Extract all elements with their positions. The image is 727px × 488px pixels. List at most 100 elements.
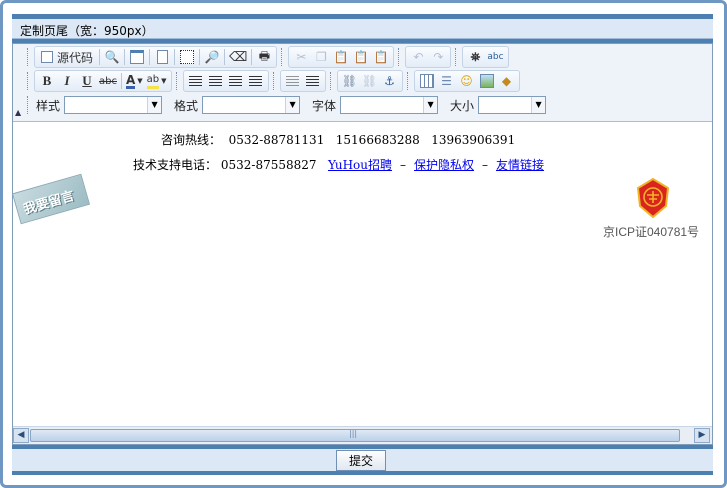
- icp-seal-icon: [636, 178, 670, 218]
- source-code-label: 源代码: [57, 50, 94, 65]
- privacy-link[interactable]: 保护隐私权: [414, 158, 474, 172]
- paste-button[interactable]: 📋: [331, 47, 351, 67]
- find-page-button[interactable]: 🔎: [202, 47, 222, 67]
- paste-word-icon: 📋: [373, 50, 389, 64]
- support-line: 技术支持电话： 0532-87558827 YuHou招聘 – 保护隐私权 – 友情链接: [133, 156, 544, 173]
- link-separator: –: [400, 158, 406, 172]
- font-select[interactable]: ▼: [340, 96, 439, 114]
- align-left-icon: [189, 75, 203, 87]
- unlink-icon: ⛓: [361, 74, 378, 88]
- outdent-icon: [286, 75, 300, 87]
- eraser-icon: ⌫: [229, 49, 248, 65]
- footer-editor-panel: 定制页尾（宽：950px） 源代码 🔍 🔎 ⌫ 🖶 ✂ ❐ 📋 📋 📋 ↶ ↷ …: [8, 10, 717, 476]
- scroll-left-button[interactable]: ◀: [13, 428, 29, 443]
- templates-button[interactable]: [152, 47, 172, 67]
- find-button[interactable]: ⛯: [465, 47, 485, 67]
- text-color-icon: A: [125, 72, 136, 89]
- document-icon: [156, 50, 168, 64]
- redo-button[interactable]: ↷: [428, 47, 448, 67]
- outdent-button[interactable]: [283, 71, 303, 91]
- align-center-button[interactable]: [206, 71, 226, 91]
- paste-word-button[interactable]: 📋: [371, 47, 391, 67]
- cut-button[interactable]: ✂: [291, 47, 311, 67]
- table-button[interactable]: [417, 71, 437, 91]
- print-button[interactable]: 🖶: [254, 47, 274, 67]
- copy-button[interactable]: ❐: [311, 47, 331, 67]
- select-all-icon: [180, 50, 195, 64]
- leave-message-badge[interactable]: 我要留言: [11, 173, 91, 225]
- panel-title: 定制页尾（宽：950px）: [20, 24, 154, 38]
- anchor-button[interactable]: ⚓: [380, 71, 400, 91]
- submit-row: 提交: [12, 449, 713, 471]
- printer-icon: 🖶: [258, 48, 271, 63]
- format-select[interactable]: ▼: [202, 96, 301, 114]
- chevron-down-icon: ▼: [531, 97, 546, 113]
- horizontal-rule-icon: ☰: [441, 74, 452, 88]
- flash-icon: ◆: [501, 74, 512, 88]
- justify-icon: [249, 75, 263, 87]
- friend-links-link[interactable]: 友情链接: [496, 158, 544, 172]
- style-label: 样式: [36, 98, 61, 113]
- size-select[interactable]: ▼: [478, 96, 547, 114]
- link-icon: ⛓: [341, 74, 358, 88]
- horizontal-rule-button[interactable]: ☰: [437, 71, 457, 91]
- horizontal-scrollbar[interactable]: ◀ ||| ▶: [13, 426, 712, 444]
- hotline-line: 咨询热线： 0532-88781131 15166683288 13963906…: [161, 131, 515, 148]
- align-left-button[interactable]: [186, 71, 206, 91]
- paste-text-icon: 📋: [353, 50, 369, 64]
- hotline-number-2: 15166683288: [335, 133, 420, 147]
- redo-icon: ↷: [433, 50, 444, 64]
- binoculars-icon: ⛯: [470, 49, 481, 64]
- collapse-toolbar-icon[interactable]: ▲: [15, 108, 21, 117]
- magnifier-page-icon: 🔍: [104, 50, 120, 64]
- print-preview-icon: 🔎: [204, 50, 220, 64]
- paste-text-button[interactable]: 📋: [351, 47, 371, 67]
- recruit-link[interactable]: YuHou招聘: [328, 158, 392, 172]
- copy-icon: ❐: [316, 50, 327, 64]
- unlink-button[interactable]: ⛓: [360, 71, 380, 91]
- source-code-button[interactable]: 源代码: [37, 47, 97, 67]
- leave-message-label: 我要留言: [22, 188, 77, 218]
- strikethrough-button[interactable]: abc: [97, 71, 119, 91]
- spellcheck-button[interactable]: abc: [485, 47, 505, 67]
- style-select[interactable]: ▼: [64, 96, 163, 114]
- hotline-number-3: 13963906391: [431, 133, 516, 147]
- remove-format-button[interactable]: ⌫: [227, 47, 249, 67]
- support-number: 0532-87558827: [220, 158, 317, 172]
- table-icon: [419, 74, 434, 88]
- italic-button[interactable]: I: [57, 71, 77, 91]
- scroll-right-button[interactable]: ▶: [694, 428, 710, 443]
- link-button[interactable]: ⛓: [340, 71, 360, 91]
- undo-button[interactable]: ↶: [408, 47, 428, 67]
- scissors-icon: ✂: [296, 50, 307, 64]
- spellcheck-icon: abc: [487, 52, 504, 62]
- editor-content-area[interactable]: 咨询热线： 0532-88781131 15166683288 13963906…: [11, 123, 712, 426]
- font-label: 字体: [312, 98, 337, 113]
- panel-title-row: 定制页尾（宽：950px）: [12, 19, 713, 39]
- bold-button[interactable]: B: [37, 71, 57, 91]
- size-label: 大小: [450, 98, 475, 113]
- justify-button[interactable]: [246, 71, 266, 91]
- underline-button[interactable]: U: [77, 71, 97, 91]
- grip-icon: |||: [349, 429, 358, 438]
- scroll-thumb[interactable]: |||: [30, 429, 680, 442]
- fullscreen-button[interactable]: [127, 47, 147, 67]
- smiley-button[interactable]: ☺: [457, 71, 477, 91]
- image-button[interactable]: [477, 71, 497, 91]
- toolbar-row-2: B I U abc A ▼ ab ▼ ⛓ ⛓ ⚓ ☰ ☺ ◆: [27, 69, 524, 93]
- undo-icon: ↶: [413, 50, 424, 64]
- indent-button[interactable]: [303, 71, 323, 91]
- align-center-icon: [209, 75, 223, 87]
- preview-button[interactable]: 🔍: [102, 47, 122, 67]
- text-color-button[interactable]: A ▼: [124, 71, 145, 91]
- toolbar-row-1: 源代码 🔍 🔎 ⌫ 🖶 ✂ ❐ 📋 📋 📋 ↶ ↷ ⛯ abc: [27, 45, 513, 69]
- chevron-down-icon: ▼: [161, 77, 167, 85]
- support-label: 技术支持电话：: [133, 158, 218, 172]
- submit-button[interactable]: 提交: [336, 450, 386, 471]
- flash-button[interactable]: ◆: [497, 71, 517, 91]
- align-right-button[interactable]: [226, 71, 246, 91]
- bg-color-button[interactable]: ab ▼: [145, 71, 169, 91]
- select-all-button[interactable]: [177, 47, 197, 67]
- rich-text-editor: 源代码 🔍 🔎 ⌫ 🖶 ✂ ❐ 📋 📋 📋 ↶ ↷ ⛯ abc B I U ab…: [11, 43, 713, 445]
- paste-icon: 📋: [333, 50, 349, 64]
